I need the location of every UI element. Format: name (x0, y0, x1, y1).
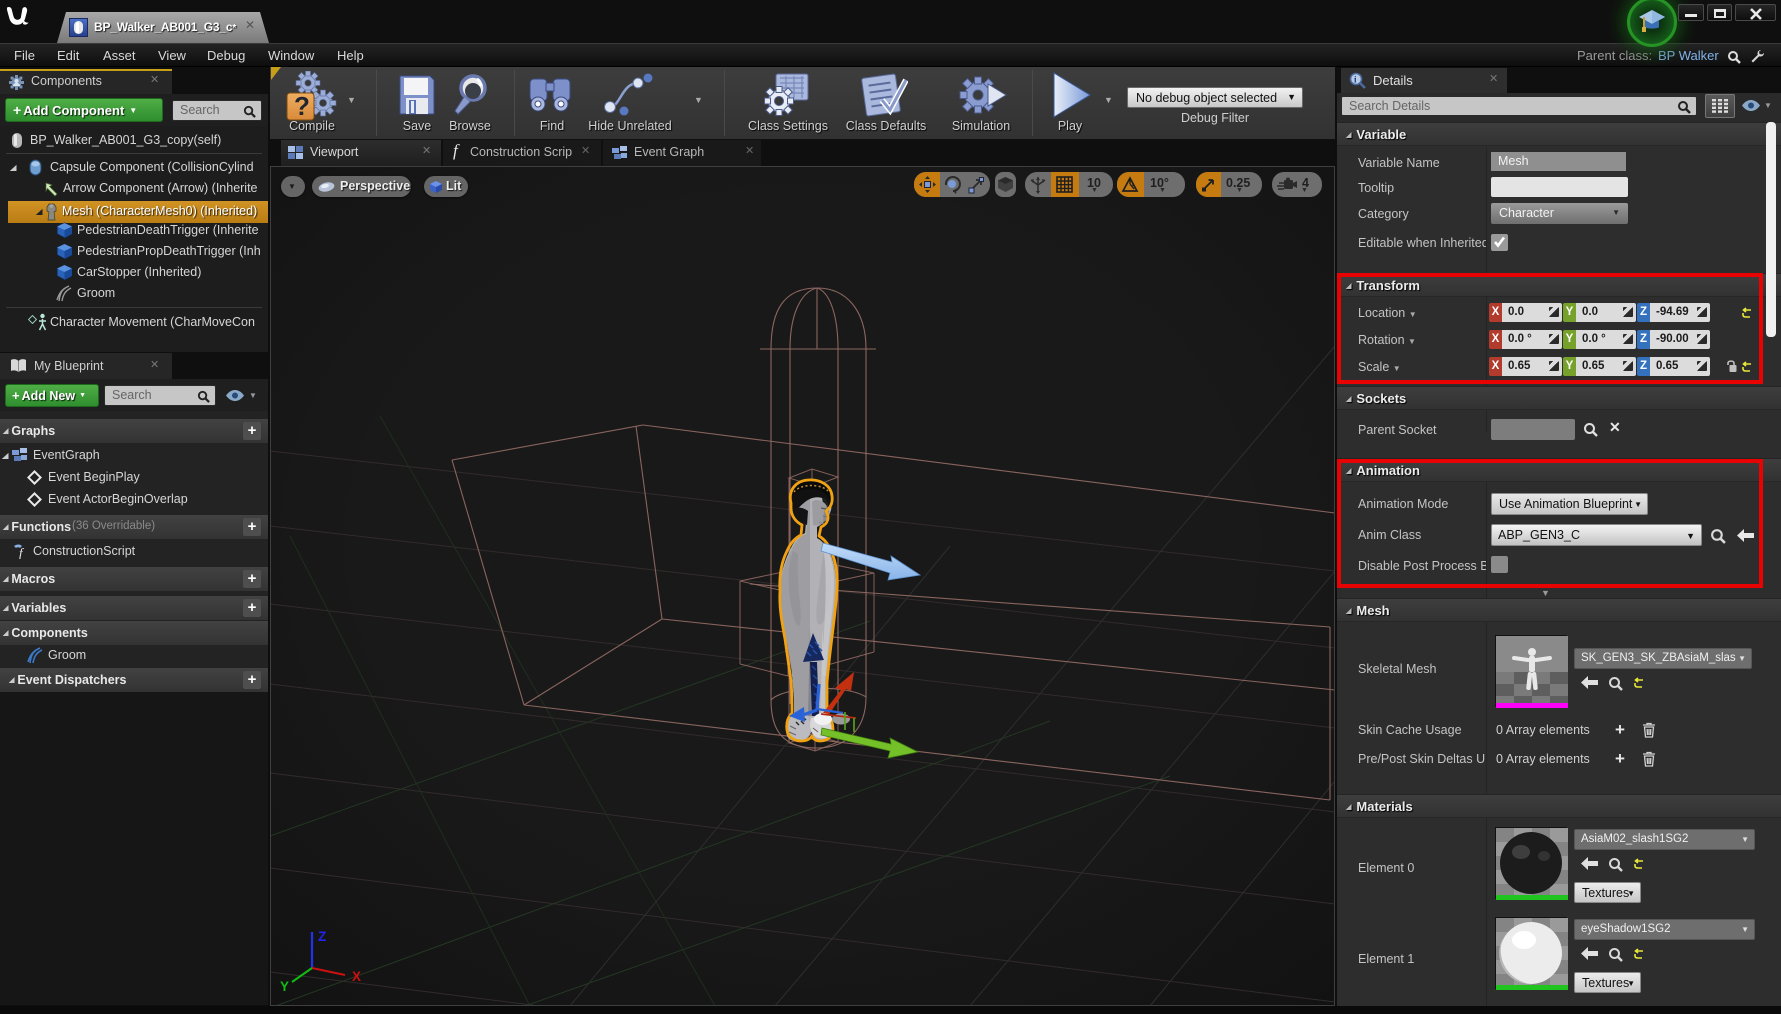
svg-text:Z: Z (318, 929, 326, 944)
svg-text:X: X (352, 969, 361, 984)
svg-text:Y: Y (280, 979, 289, 994)
svg-text:?: ? (294, 91, 310, 121)
svg-text:f: f (19, 545, 25, 559)
